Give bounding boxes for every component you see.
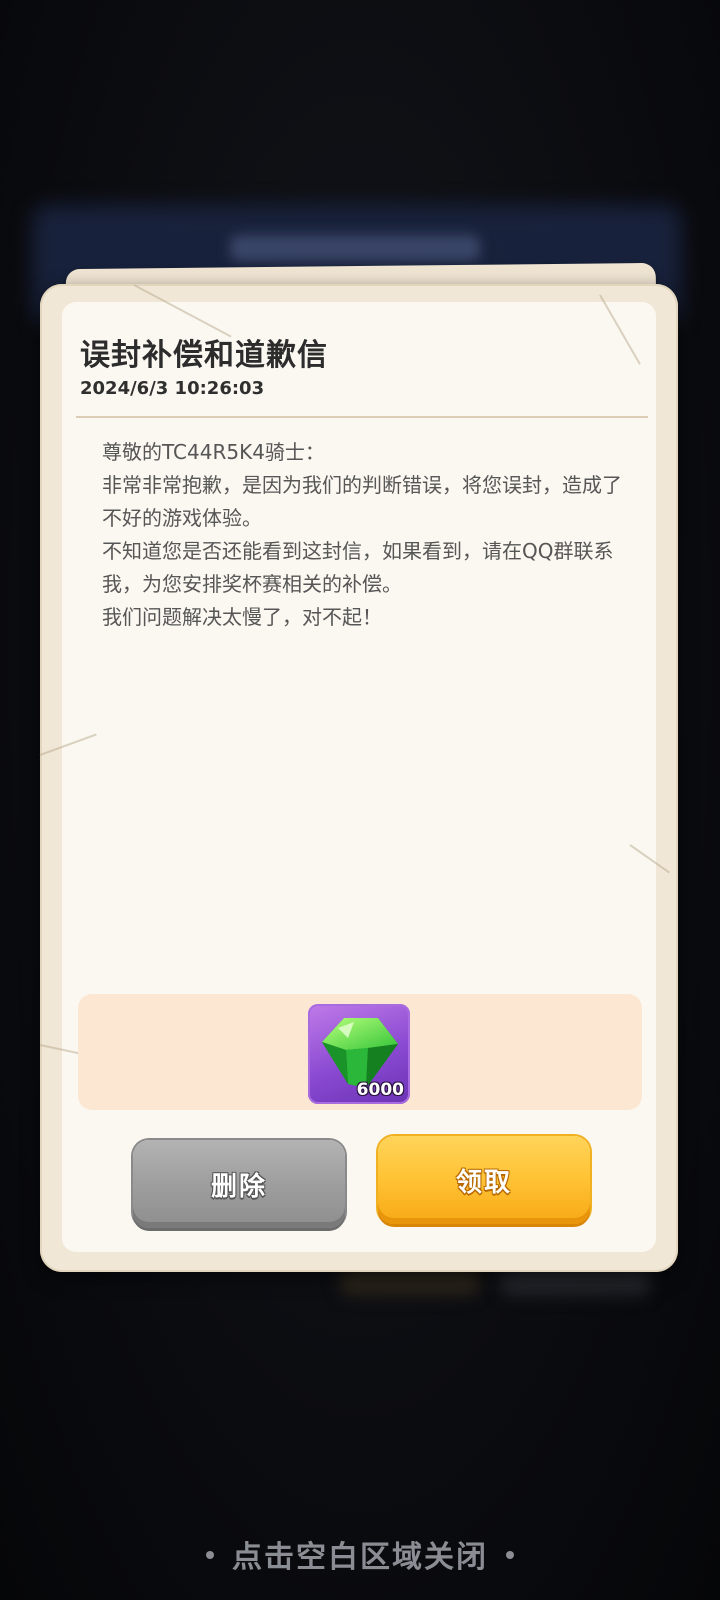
title-divider	[76, 416, 648, 418]
mail-body-line: 尊敬的TC44R5K4骑士：	[102, 440, 325, 464]
mail-body-line: 我们问题解决太慢了，对不起！	[102, 605, 382, 629]
delete-button[interactable]: 删除	[133, 1140, 345, 1228]
background-panel-text-blurred	[230, 235, 480, 261]
mail-body: 尊敬的TC44R5K4骑士： 非常非常抱歉，是因为我们的判断错误，将您误封，造成…	[102, 436, 622, 634]
close-hint-text: 点击空白区域关闭	[232, 1540, 488, 1575]
delete-button-label: 删除	[210, 1171, 267, 1202]
mail-body-line: 不知道您是否还能看到这封信，如果看到，请在QQ群联系我，为您安排奖杯赛相关的补偿…	[102, 539, 614, 596]
mail-title: 误封补偿和道歉信	[80, 338, 328, 373]
screen-overlay[interactable]: 误封补偿和道歉信 2024/6/3 10:26:03 尊敬的TC44R5K4骑士…	[0, 0, 720, 1600]
mail-date: 2024/6/3 10:26:03	[80, 378, 265, 399]
mail-body-line: 非常非常抱歉，是因为我们的判断错误，将您误封，造成了不好的游戏体验。	[102, 473, 622, 530]
reward-count: 6000	[356, 1080, 404, 1100]
claim-button-label: 领取	[455, 1167, 512, 1198]
hint-dot-icon	[506, 1550, 514, 1559]
reward-item-gem[interactable]: 6000	[308, 1004, 410, 1104]
close-hint: 点击空白区域关闭	[0, 1532, 720, 1576]
claim-button[interactable]: 领取	[378, 1136, 590, 1224]
mail-letter-dialog	[39, 284, 678, 1272]
hint-dot-icon	[206, 1550, 214, 1559]
